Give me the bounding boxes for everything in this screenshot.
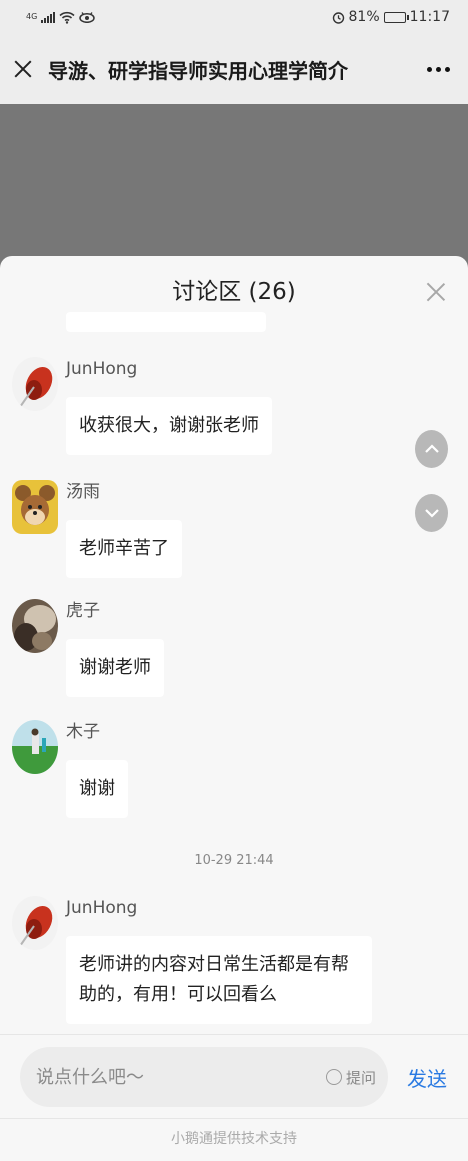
network-type: 4G	[26, 12, 38, 21]
close-icon[interactable]	[426, 282, 446, 302]
comment-input-box: 提问	[20, 1047, 388, 1107]
status-bar: 4G 81% 11:17	[0, 0, 468, 34]
sender-name: JunHong	[66, 359, 138, 379]
avatar[interactable]	[12, 720, 58, 774]
sender-name: 木子	[66, 722, 100, 742]
sender-name: JunHong	[66, 898, 138, 918]
ask-label: 提问	[345, 1068, 376, 1087]
ask-question-toggle[interactable]: 提问	[325, 1067, 376, 1088]
avatar[interactable]	[12, 480, 58, 534]
input-area: 提问 发送	[0, 1034, 468, 1116]
powered-by-footer: 小鹅通提供技术支持	[0, 1118, 468, 1161]
message-bubble: 老师讲的内容对日常生活都是有帮助的，有用！可以回看么	[66, 936, 372, 1024]
status-left: 4G	[26, 11, 96, 24]
discussion-panel: 讨论区 (26) JunHong 收获很大，谢谢张老师 汤雨 老师辛苦了 虎子	[0, 256, 468, 1161]
avatar[interactable]	[12, 896, 58, 950]
comment-input[interactable]	[36, 1066, 326, 1088]
battery-percent: 81%	[348, 9, 380, 25]
signal-icon	[41, 11, 56, 23]
radio-icon[interactable]	[325, 1069, 342, 1085]
clock: 11:17	[409, 9, 450, 25]
avatar[interactable]	[12, 599, 58, 653]
wifi-icon	[59, 11, 75, 24]
message-bubble: 谢谢	[66, 760, 128, 818]
alarm-icon	[332, 11, 344, 24]
eye-icon	[79, 12, 96, 23]
message-bubble: 老师辛苦了	[66, 520, 182, 578]
status-right: 81% 11:17	[332, 9, 450, 25]
battery-icon	[383, 11, 409, 23]
sender-name: 虎子	[66, 601, 100, 621]
sender-name: 汤雨	[66, 482, 100, 502]
more-icon[interactable]	[427, 66, 450, 72]
previous-message-bubble	[66, 312, 266, 332]
message-bubble: 收获很大，谢谢张老师	[66, 397, 272, 455]
send-button[interactable]: 发送	[407, 1063, 447, 1092]
close-icon[interactable]	[12, 58, 34, 80]
message-bubble: 谢谢老师	[66, 639, 164, 697]
message-timestamp: 10-29 21:44	[194, 853, 274, 868]
scroll-down-icon[interactable]	[415, 494, 448, 532]
scroll-up-icon[interactable]	[415, 430, 448, 468]
top-nav: 导游、研学指导师实用心理学简介	[0, 34, 468, 104]
message-list[interactable]: JunHong 收获很大，谢谢张老师 汤雨 老师辛苦了 虎子 谢谢老师 木子 谢…	[0, 312, 468, 1032]
avatar[interactable]	[12, 357, 58, 411]
page-title: 导游、研学指导师实用心理学简介	[48, 58, 348, 83]
